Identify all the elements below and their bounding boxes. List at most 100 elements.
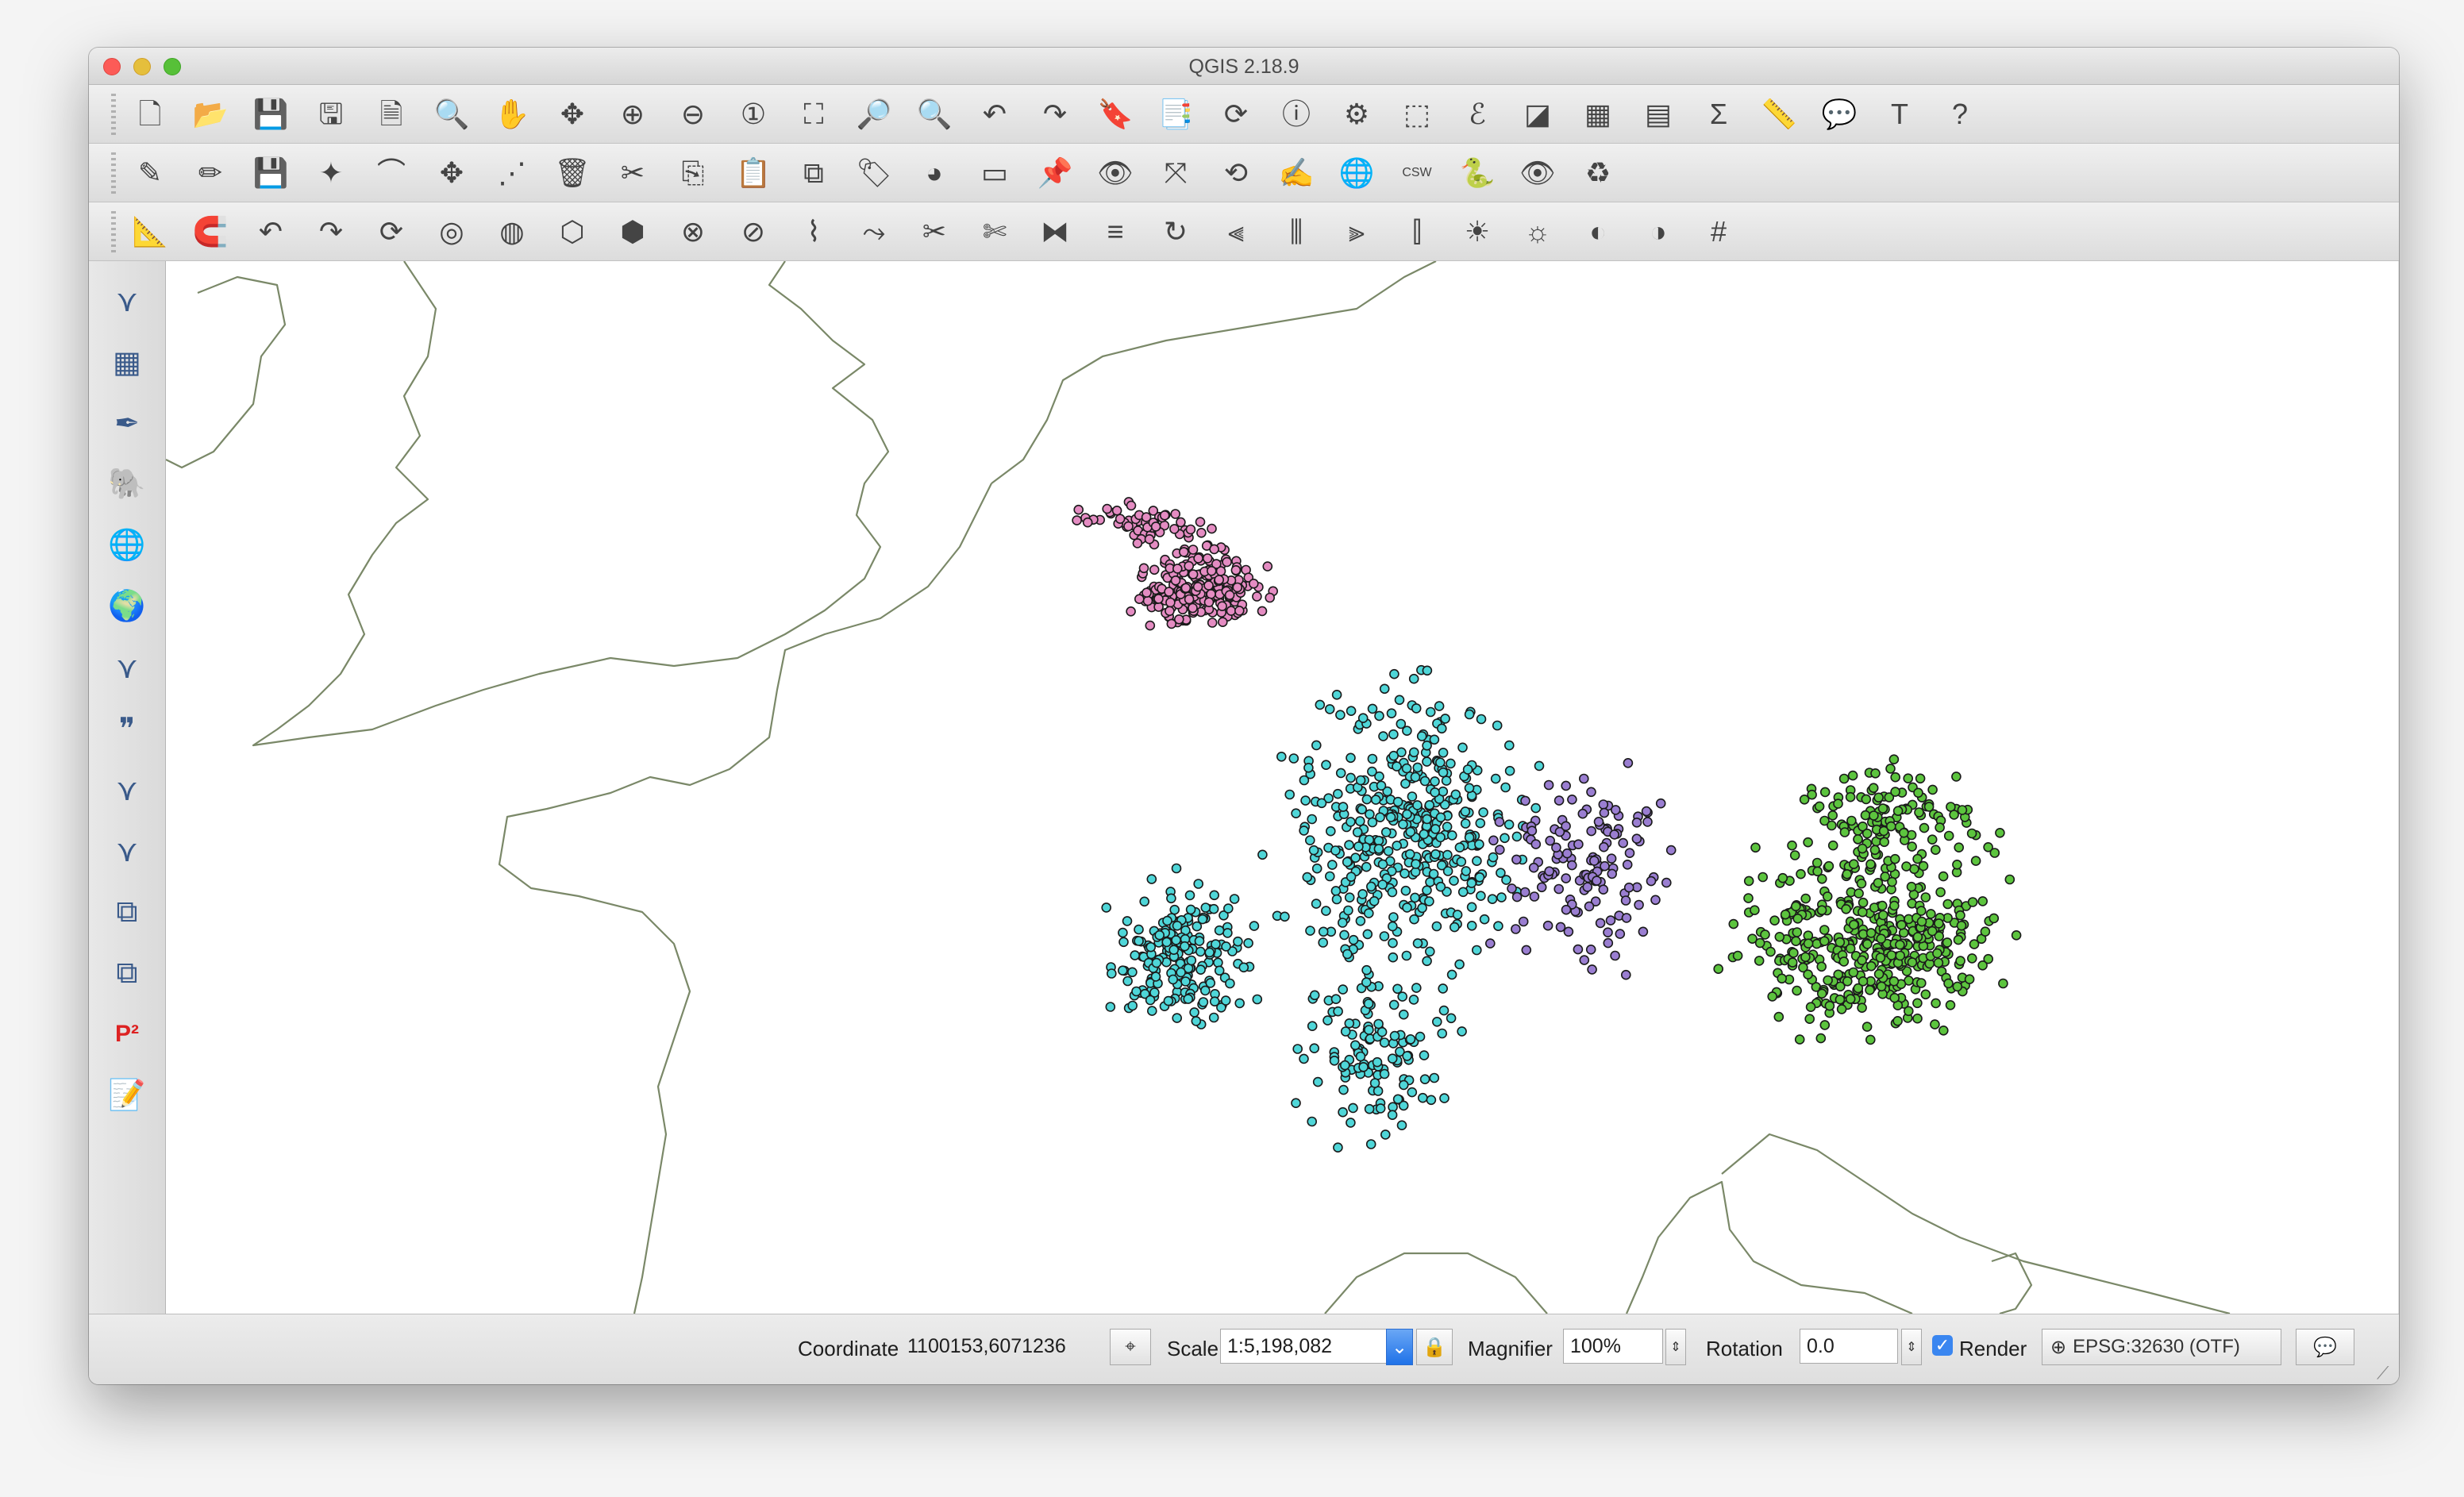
add-virtual-layer-icon[interactable]: ⋎	[103, 766, 151, 814]
zoom-next-icon[interactable]: ↷	[1032, 91, 1078, 137]
highlight-label-icon[interactable]: ▭	[972, 150, 1018, 196]
change-label-icon[interactable]: ✍	[1273, 150, 1319, 196]
current-edits-icon[interactable]: ✎	[127, 150, 173, 196]
merge-attributes-icon[interactable]: ≡	[1092, 209, 1138, 255]
refresh-icon[interactable]: ⟳	[1213, 91, 1259, 137]
add-feature-icon[interactable]: ✦	[308, 150, 354, 196]
python-console-icon[interactable]: 🐍	[1454, 150, 1500, 196]
cut-features-icon[interactable]: ✂	[610, 150, 656, 196]
zoom-out-icon[interactable]: ⊖	[670, 91, 716, 137]
attribute-table-icon[interactable]: ▦	[1575, 91, 1621, 137]
toolbar-grip[interactable]	[111, 210, 116, 252]
render-checkbox[interactable]: ✓	[1932, 1335, 1953, 1356]
label-tool-icon[interactable]: 🏷	[851, 150, 897, 196]
copy-features-icon[interactable]: ⎘	[670, 150, 716, 196]
toggle-editing-icon[interactable]: ✏	[187, 150, 233, 196]
magnet-icon[interactable]: 🧲	[187, 209, 233, 255]
add-wcs-layer-icon[interactable]: 🌍	[103, 583, 151, 630]
sun-add-icon[interactable]: ☀	[1454, 209, 1500, 255]
show-bookmarks-icon[interactable]: 📑	[1153, 91, 1199, 137]
node-tool-icon[interactable]: ⋰	[489, 150, 535, 196]
magnifier-field[interactable]: 100%	[1563, 1329, 1663, 1364]
coordinate-field[interactable]: 1100153,6071236	[900, 1329, 1083, 1364]
metasearch-icon[interactable]: 🌐	[1334, 150, 1380, 196]
align-left-icon[interactable]: ⫷	[1213, 209, 1259, 255]
add-ring-icon[interactable]: ◍	[489, 209, 535, 255]
add-wfs-layer-icon[interactable]: ⋎	[103, 644, 151, 691]
move-feature-icon[interactable]: ✥	[429, 150, 475, 196]
zoom-native-icon[interactable]: ①	[730, 91, 776, 137]
new-bookmark-icon[interactable]: 🔖	[1092, 91, 1138, 137]
offset-curve-icon[interactable]: ⤳	[851, 209, 897, 255]
merge-features-icon[interactable]: ⧓	[1032, 209, 1078, 255]
open-project-icon[interactable]: 📂	[187, 91, 233, 137]
zoom-to-selection-icon[interactable]: 🔎	[851, 91, 897, 137]
new-spatialite-icon[interactable]: ⧉	[103, 888, 151, 936]
resize-grip-icon[interactable]: ⟋	[2377, 1363, 2394, 1383]
delete-part-icon[interactable]: ⊘	[730, 209, 776, 255]
fill-ring-icon[interactable]: ⬢	[610, 209, 656, 255]
distribute-icon[interactable]: ⫿	[1394, 209, 1440, 255]
add-raster-layer-icon[interactable]: ▦	[103, 338, 151, 386]
zoom-in-icon[interactable]: ⊕	[610, 91, 656, 137]
csw-icon[interactable]: CSW	[1394, 150, 1440, 196]
add-vector-layer-icon[interactable]: ⋎	[103, 277, 151, 325]
select-features-icon[interactable]: ⬚	[1394, 91, 1440, 137]
split-parts-icon[interactable]: ✄	[972, 209, 1018, 255]
simplify-feature-icon[interactable]: ◎	[429, 209, 475, 255]
add-part-icon[interactable]: ⬡	[549, 209, 595, 255]
digitize-with-segment-icon[interactable]: ⧉	[791, 150, 837, 196]
plugin-sync-icon[interactable]: ♻	[1575, 150, 1621, 196]
grid-icon[interactable]: #	[1696, 209, 1742, 255]
map-canvas[interactable]	[166, 261, 2398, 1314]
messages-icon[interactable]: 💬	[2296, 1329, 2354, 1365]
save-as-icon[interactable]: 🖫	[308, 91, 354, 137]
add-postgis-layer-icon[interactable]: 🐘	[103, 460, 151, 508]
paste-features-icon[interactable]: 📋	[730, 150, 776, 196]
rotation-field[interactable]: 0.0	[1800, 1329, 1898, 1364]
save-edits-icon[interactable]: 💾	[248, 150, 294, 196]
add-spatialite-layer-icon[interactable]: ✒	[103, 399, 151, 447]
identify-icon[interactable]: ⓘ	[1273, 91, 1319, 137]
add-delimited-text-icon[interactable]: ❞	[103, 705, 151, 752]
notes-icon[interactable]: 📝	[103, 1072, 151, 1119]
measure-icon[interactable]: 📏	[1756, 91, 1802, 137]
magnifier-stepper-icon[interactable]: ⇕	[1665, 1329, 1686, 1365]
pan-to-selection-icon[interactable]: ✥	[549, 91, 595, 137]
undo-icon[interactable]: ↶	[248, 209, 294, 255]
statistics-icon[interactable]: Σ	[1696, 91, 1742, 137]
toolbar-grip[interactable]	[111, 93, 116, 135]
toolbar-grip[interactable]	[111, 152, 116, 194]
move-label-icon[interactable]: ⤧	[1153, 150, 1199, 196]
new-print-composer-icon[interactable]: 🗎	[368, 91, 414, 137]
pan-map-icon[interactable]: ✋	[489, 91, 535, 137]
add-circular-string-icon[interactable]: ⌒	[368, 150, 414, 196]
sun-remove-icon[interactable]: ☼	[1515, 209, 1561, 255]
geo-remove-icon[interactable]: ◑	[1635, 209, 1681, 255]
add-wms-layer-icon[interactable]: 🌐	[103, 521, 151, 569]
help-icon[interactable]: ?	[1937, 91, 1983, 137]
map-tips-icon[interactable]: 💬	[1816, 91, 1862, 137]
redo-icon[interactable]: ↷	[308, 209, 354, 255]
save-project-icon[interactable]: 💾	[248, 91, 294, 137]
geo-add-icon[interactable]: ◐	[1575, 209, 1621, 255]
field-calculator-icon[interactable]: ▤	[1635, 91, 1681, 137]
text-annotation-icon[interactable]: T	[1877, 91, 1923, 137]
zoom-to-layer-icon[interactable]: 🔍	[911, 91, 957, 137]
new-shapefile-icon[interactable]: ⋎	[103, 827, 151, 875]
deselect-all-icon[interactable]: ◪	[1515, 91, 1561, 137]
align-center-icon[interactable]: ⫼	[1273, 209, 1319, 255]
rotate-feature-icon[interactable]: ⟳	[368, 209, 414, 255]
new-project-icon[interactable]: 🗋	[127, 91, 173, 137]
delete-ring-icon[interactable]: ⊗	[670, 209, 716, 255]
new-geopackage-icon[interactable]: ⧉	[103, 949, 151, 997]
composer-manager-icon[interactable]: 🔍	[429, 91, 475, 137]
run-feature-action-icon[interactable]: ⚙	[1334, 91, 1380, 137]
split-features-icon[interactable]: ✂	[911, 209, 957, 255]
reshape-features-icon[interactable]: ⌇	[791, 209, 837, 255]
toggle-coordinate-icon[interactable]: ⌖	[1110, 1329, 1151, 1365]
p2-plugin-icon[interactable]: P²	[103, 1010, 151, 1058]
diagram-icon[interactable]: ◕	[911, 150, 957, 196]
delete-selected-icon[interactable]: 🗑	[549, 150, 595, 196]
rotation-stepper-icon[interactable]: ⇕	[1901, 1329, 1922, 1365]
